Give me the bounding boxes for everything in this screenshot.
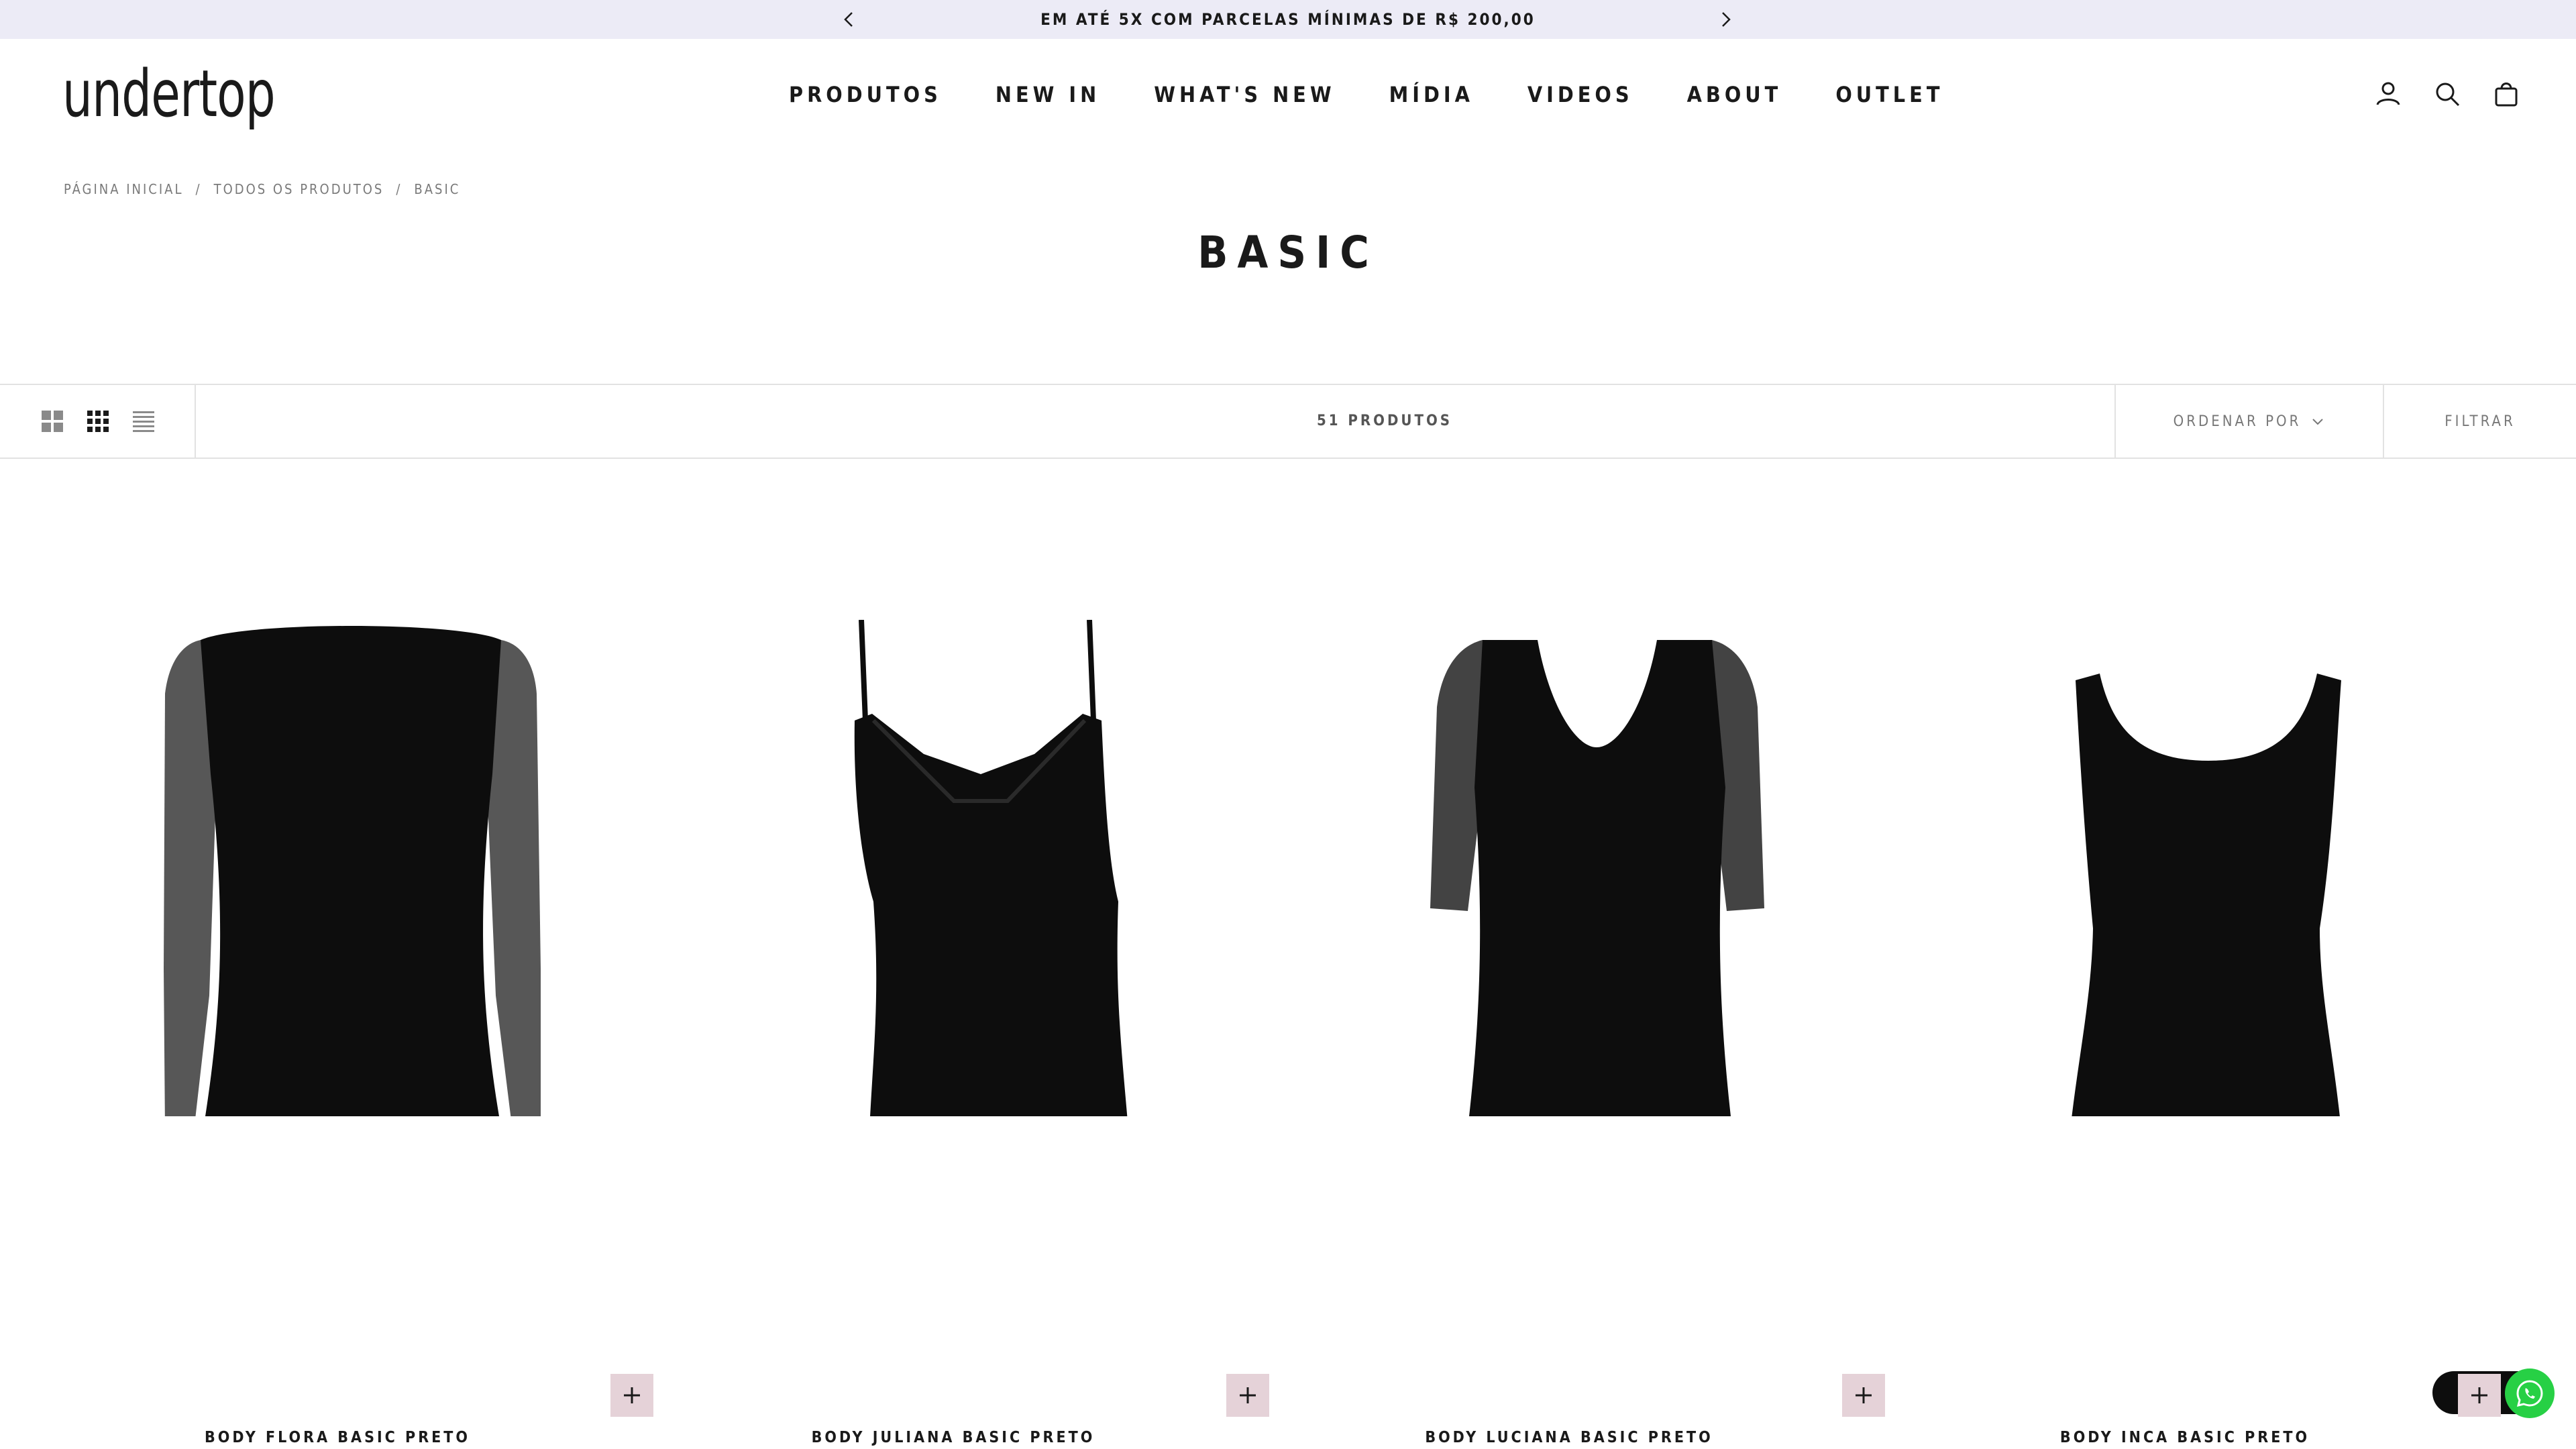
product-card[interactable]: BODY INCA BASIC PRETO [1904, 459, 2520, 1449]
plus-icon [1856, 1387, 1872, 1403]
view-toggle-group [0, 385, 196, 458]
site-header: undertop PRODUTOS NEW IN WHAT'S NEW MÍDI… [0, 39, 2576, 153]
list-view-icon[interactable] [130, 408, 157, 435]
whatsapp-button[interactable] [2505, 1368, 2555, 1418]
nav-item-about[interactable]: ABOUT [1687, 78, 1782, 111]
product-title[interactable]: BODY FLORA BASIC PRETO [30, 1429, 645, 1446]
logo[interactable]: undertop [62, 62, 276, 126]
breadcrumb-home[interactable]: PÁGINA INICIAL [64, 181, 184, 197]
grid-2-icon[interactable] [39, 408, 66, 435]
quick-add-button[interactable] [610, 1374, 653, 1417]
sort-button[interactable]: ORDENAR POR [2114, 385, 2384, 458]
product-image[interactable] [1904, 620, 2520, 1116]
breadcrumb-separator: / [195, 181, 202, 197]
breadcrumb-all-products[interactable]: TODOS OS PRODUTOS [214, 181, 384, 197]
product-title[interactable]: BODY LUCIANA BASIC PRETO [1261, 1429, 1877, 1446]
product-title[interactable]: BODY JULIANA BASIC PRETO [645, 1429, 1261, 1446]
grid-4-icon[interactable] [85, 408, 111, 435]
product-card[interactable]: BODY FLORA BASIC PRETO [56, 459, 672, 1449]
nav-item-whats-new[interactable]: WHAT'S NEW [1154, 78, 1335, 111]
quick-add-button[interactable] [1842, 1374, 1885, 1417]
nav-item-new-in[interactable]: NEW IN [996, 78, 1100, 111]
main-nav: PRODUTOS NEW IN WHAT'S NEW MÍDIA VIDEOS … [789, 78, 1943, 111]
chevron-right-icon[interactable] [1715, 9, 1736, 30]
whatsapp-icon [2516, 1380, 2543, 1407]
nav-item-midia[interactable]: MÍDIA [1389, 78, 1474, 111]
breadcrumb: PÁGINA INICIAL / TODOS OS PRODUTOS / BAS… [64, 181, 460, 197]
product-title[interactable]: BODY INCA BASIC PRETO [1877, 1429, 2493, 1446]
page-title: BASIC [1197, 227, 1379, 278]
product-image[interactable] [1288, 620, 1904, 1116]
product-card[interactable]: BODY JULIANA BASIC PRETO [672, 459, 1288, 1449]
quick-add-button[interactable] [1226, 1374, 1269, 1417]
breadcrumb-current: BASIC [414, 181, 461, 197]
header-actions [2345, 78, 2522, 110]
sort-label: ORDENAR POR [2173, 413, 2302, 430]
account-icon[interactable] [2372, 78, 2404, 110]
plus-icon [1240, 1387, 1256, 1403]
cart-icon[interactable] [2490, 78, 2522, 110]
nav-item-outlet[interactable]: OUTLET [1835, 78, 1943, 111]
product-image[interactable] [672, 620, 1288, 1116]
filter-button[interactable]: FILTRAR [2384, 385, 2576, 458]
announcement-text: EM ATÉ 5X COM PARCELAS MÍNIMAS DE R$ 200… [1040, 10, 1536, 29]
collection-toolbar: 51 PRODUTOS ORDENAR POR FILTRAR [0, 384, 2576, 459]
nav-item-produtos[interactable]: PRODUTOS [789, 78, 942, 111]
search-icon[interactable] [2431, 78, 2463, 110]
product-image[interactable] [56, 620, 672, 1116]
quick-add-button[interactable] [2458, 1374, 2501, 1417]
product-grid: BODY FLORA BASIC PRETO BODY JULIANA BASI… [0, 459, 2576, 1449]
announcement-bar: EM ATÉ 5X COM PARCELAS MÍNIMAS DE R$ 200… [0, 0, 2576, 39]
chevron-down-icon [2312, 419, 2324, 425]
breadcrumb-separator: / [396, 181, 402, 197]
plus-icon [2471, 1387, 2487, 1403]
plus-icon [624, 1387, 640, 1403]
nav-item-videos[interactable]: VIDEOS [1527, 78, 1633, 111]
product-card[interactable]: BODY LUCIANA BASIC PRETO [1288, 459, 1904, 1449]
